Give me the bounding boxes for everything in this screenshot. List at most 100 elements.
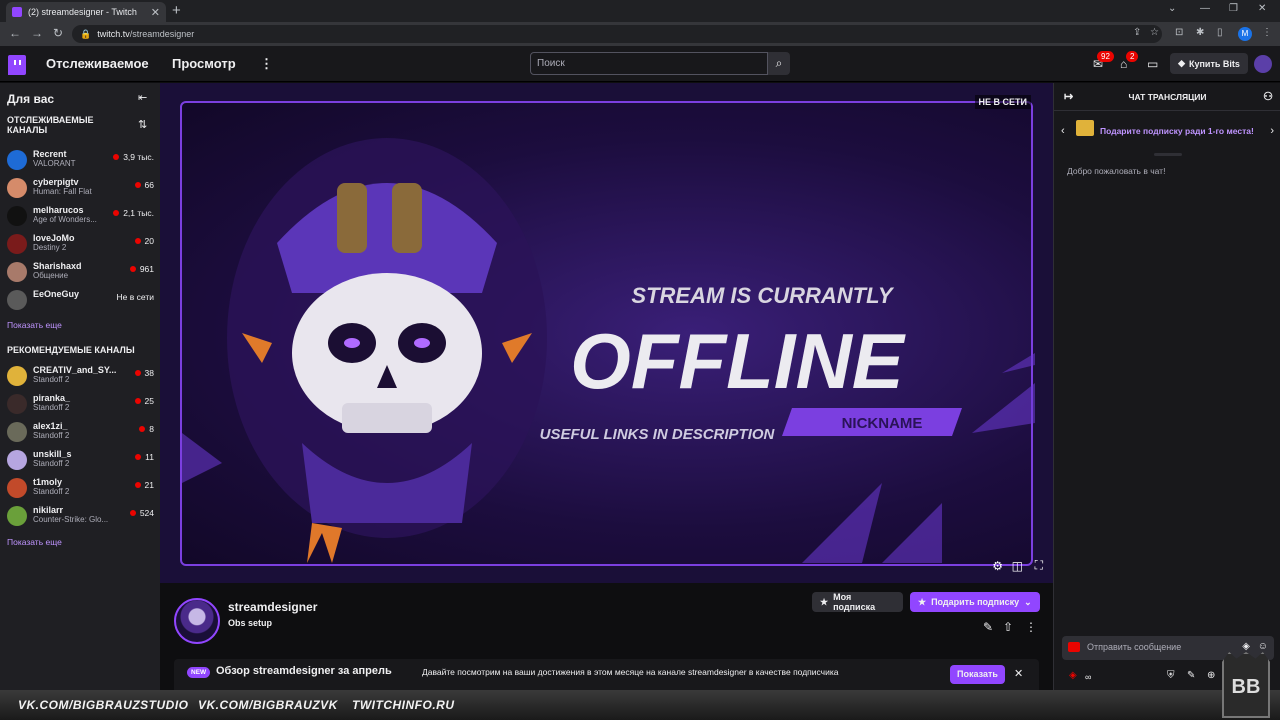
search-input[interactable]: Поиск	[530, 52, 768, 75]
sidebar-channel-recommended[interactable]: t1moly Standoff 2 21	[0, 474, 160, 502]
gift-subscription-button[interactable]: ★ Подарить подписку ⌄	[910, 592, 1040, 612]
collapse-sidebar-icon[interactable]: ⇤	[138, 91, 147, 104]
url-host: twitch.tv	[97, 29, 130, 39]
channel-game: Общение	[33, 271, 69, 280]
show-more-recommended[interactable]: Показать еще	[7, 537, 62, 547]
my-subscription-button[interactable]: ★ Моя подписка	[812, 592, 903, 612]
extensions-icon[interactable]: ✱	[1196, 27, 1204, 38]
watermark-logo: BB	[1222, 652, 1270, 718]
buy-bits-button[interactable]: ◆ Купить Bits	[1170, 53, 1248, 74]
channel-avatar	[7, 450, 27, 470]
more-menu-icon[interactable]: ⋮	[260, 56, 273, 72]
reload-icon[interactable]: ↻	[53, 26, 63, 40]
channel-name: Sharishaxd	[33, 261, 82, 271]
live-dot-icon	[113, 210, 120, 216]
viewer-count-value: 38	[144, 368, 154, 378]
sort-icon[interactable]: ⇅	[138, 118, 147, 131]
viewer-count-value: 524	[139, 508, 154, 518]
address-bar[interactable]: 🔒 twitch.tv/streamdesigner	[72, 25, 1162, 43]
profile-avatar[interactable]: M	[1238, 27, 1252, 41]
restore-icon[interactable]: ❐	[1229, 3, 1238, 14]
twitch-logo-icon[interactable]	[8, 55, 26, 75]
cart-icon[interactable]: ⊕	[1207, 670, 1215, 681]
nav-browse[interactable]: Просмотр	[172, 56, 236, 71]
sidebar-channel-followed[interactable]: Sharishaxd Общение 961	[0, 258, 160, 286]
sidebar-channel-recommended[interactable]: unskill_s Standoff 2 11	[0, 446, 160, 474]
channel-game: Standoff 2	[33, 375, 70, 384]
dismiss-recap-icon[interactable]: ✕	[1014, 667, 1023, 680]
twitch-top-nav: Отслеживаемое Просмотр ⋮ Поиск ⌕ ✉ 92 ⌂ …	[0, 46, 1280, 82]
bits-cheer-icon[interactable]: ◈	[1242, 641, 1250, 652]
camera-icon	[1068, 642, 1080, 652]
chevron-right-icon[interactable]: ›	[1270, 125, 1274, 137]
show-recap-button[interactable]: Показать	[950, 665, 1005, 684]
sidebar-channel-recommended[interactable]: piranka_ Standoff 2 25	[0, 390, 160, 418]
sidebar-channel-followed[interactable]: EeOneGuy Не в сети	[0, 286, 160, 314]
share-icon[interactable]: ⇪	[1133, 27, 1141, 38]
shield-icon[interactable]: ⛨	[1167, 670, 1175, 681]
channel-game: Standoff 2	[33, 431, 70, 440]
sidebar-channel-followed[interactable]: loveJoMo Destiny 2 20	[0, 230, 160, 258]
search-icon[interactable]: ⌕	[768, 52, 790, 75]
share-upload-icon[interactable]: ⇧	[1003, 620, 1013, 634]
viewer-count-value: 21	[144, 480, 154, 490]
chat-header: ↦ ЧАТ ТРАНСЛЯЦИИ ⚇	[1054, 83, 1280, 111]
sidebar-channel-recommended[interactable]: CREATIV_and_SY... Standoff 2 38	[0, 362, 160, 390]
emote-icon[interactable]: ☺	[1258, 641, 1268, 652]
bookmark-star-icon[interactable]: ☆	[1150, 27, 1159, 38]
sidepanel-icon[interactable]: ▯	[1217, 27, 1223, 38]
chat-welcome-message: Добро пожаловать в чат!	[1067, 166, 1166, 176]
viewer-count: 20	[134, 236, 154, 246]
fullscreen-icon[interactable]: ⛶	[1035, 558, 1043, 573]
tab-title: (2) streamdesigner - Twitch	[28, 7, 137, 17]
channel-name[interactable]: streamdesigner	[228, 600, 317, 614]
show-more-followed[interactable]: Показать еще	[7, 320, 62, 330]
watermark-strip: VK.COM/BIGBRAUZSTUDIO VK.COM/BIGBRAUZVK …	[0, 690, 1280, 720]
sidebar-channel-recommended[interactable]: alex1zi_ Standoff 2 8	[0, 418, 160, 446]
back-icon[interactable]: ←	[9, 26, 21, 40]
close-tab-icon[interactable]: ✕	[151, 6, 160, 19]
browser-tab[interactable]: (2) streamdesigner - Twitch ✕	[6, 2, 166, 22]
live-dot-icon	[113, 154, 120, 160]
collapse-chat-icon[interactable]: ↦	[1064, 83, 1073, 111]
chat-users-icon[interactable]: ⚇	[1263, 83, 1273, 111]
channel-name: melharucos	[33, 205, 84, 215]
theatre-mode-icon[interactable]: ◫	[1012, 559, 1023, 573]
sidebar-channel-recommended[interactable]: nikilarr Counter-Strike: Glo... 524	[0, 502, 160, 530]
pencil-icon[interactable]: ✎	[1187, 670, 1195, 681]
nickname-text: NICKNAME	[842, 415, 923, 432]
line1-text: STREAM IS CURRANTLY	[631, 283, 894, 308]
browser-menu-icon[interactable]: ⋮	[1262, 27, 1272, 38]
line3-text: USEFUL LINKS IN DESCRIPTION	[540, 426, 776, 443]
tab-search-icon[interactable]: ⌄	[1168, 3, 1176, 14]
sidebar-channel-followed[interactable]: Recrent VALORANT 3,9 тыс.	[0, 146, 160, 174]
gift-leader-text[interactable]: Подарите подписку ради 1-го места!	[1100, 126, 1254, 136]
live-dot-icon	[134, 238, 141, 244]
viewer-count: 11	[135, 452, 154, 462]
channel-game: Standoff 2	[33, 403, 70, 412]
chevron-left-icon[interactable]: ‹	[1061, 125, 1065, 137]
sidebar-channel-followed[interactable]: melharucos Age of Wonders... 2,1 тыс.	[0, 202, 160, 230]
sidebar-channel-followed[interactable]: cyberpigtv Human: Fall Flat 66	[0, 174, 160, 202]
line2-text: OFFLINE	[570, 317, 906, 405]
viewer-count-value: 11	[145, 452, 154, 462]
more-options-icon[interactable]: ⋮	[1025, 620, 1037, 634]
settings-gear-icon[interactable]: ⚙	[992, 559, 1003, 573]
nav-following[interactable]: Отслеживаемое	[46, 56, 149, 71]
video-player[interactable]: STREAM IS CURRANTLY OFFLINE USEFUL LINKS…	[160, 83, 1053, 583]
channel-avatar[interactable]	[174, 598, 220, 644]
whispers-icon[interactable]: ▭	[1147, 57, 1158, 71]
channel-points-icon[interactable]: ◈	[1069, 670, 1077, 681]
viewer-count-value: Не в сети	[116, 292, 154, 302]
viewer-count-value: 20	[144, 236, 154, 246]
translate-icon[interactable]: ⊡	[1175, 27, 1183, 38]
close-window-icon[interactable]: ✕	[1258, 3, 1266, 14]
forward-icon[interactable]: →	[31, 26, 43, 40]
channel-avatar	[7, 150, 27, 170]
channel-game: Destiny 2	[33, 243, 67, 252]
viewer-count-value: 961	[139, 264, 154, 274]
minimize-icon[interactable]: —	[1200, 3, 1210, 14]
user-avatar[interactable]	[1254, 55, 1272, 73]
new-tab-icon[interactable]: +	[172, 2, 181, 19]
edit-pencil-icon[interactable]: ✎	[983, 620, 993, 634]
